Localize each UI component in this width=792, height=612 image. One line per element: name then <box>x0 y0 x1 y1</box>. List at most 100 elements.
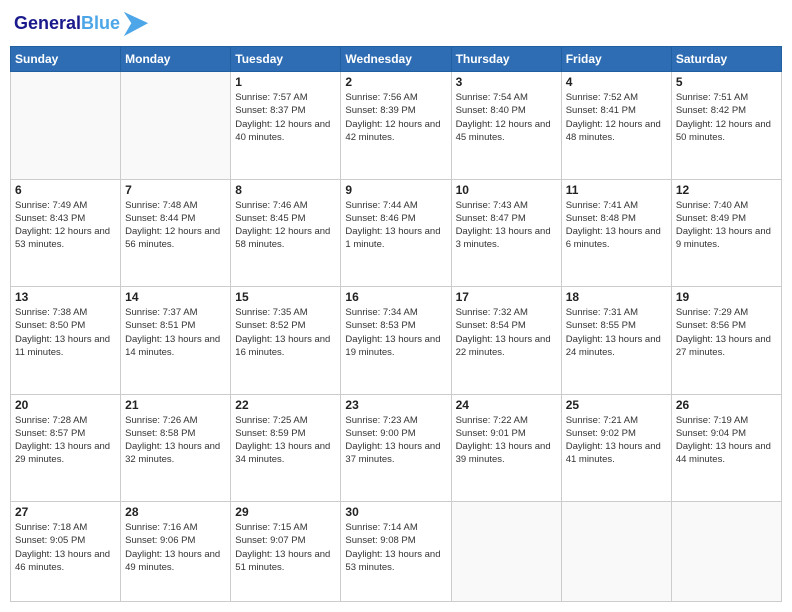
day-info: Sunrise: 7:26 AM Sunset: 8:58 PM Dayligh… <box>125 414 226 467</box>
day-number: 4 <box>566 75 667 89</box>
calendar-cell: 20 Sunrise: 7:28 AM Sunset: 8:57 PM Dayli… <box>11 394 121 502</box>
day-info: Sunrise: 7:15 AM Sunset: 9:07 PM Dayligh… <box>235 521 336 574</box>
day-number: 17 <box>456 290 557 304</box>
weekday-header: Thursday <box>451 47 561 72</box>
day-number: 15 <box>235 290 336 304</box>
calendar-cell: 6 Sunrise: 7:49 AM Sunset: 8:43 PM Daylig… <box>11 179 121 287</box>
calendar-cell: 1 Sunrise: 7:57 AM Sunset: 8:37 PM Daylig… <box>231 72 341 180</box>
day-number: 25 <box>566 398 667 412</box>
day-info: Sunrise: 7:51 AM Sunset: 8:42 PM Dayligh… <box>676 91 777 144</box>
day-info: Sunrise: 7:44 AM Sunset: 8:46 PM Dayligh… <box>345 199 446 252</box>
day-number: 23 <box>345 398 446 412</box>
calendar-cell: 24 Sunrise: 7:22 AM Sunset: 9:01 PM Dayli… <box>451 394 561 502</box>
calendar-cell: 16 Sunrise: 7:34 AM Sunset: 8:53 PM Dayli… <box>341 287 451 395</box>
day-info: Sunrise: 7:29 AM Sunset: 8:56 PM Dayligh… <box>676 306 777 359</box>
calendar-cell: 9 Sunrise: 7:44 AM Sunset: 8:46 PM Daylig… <box>341 179 451 287</box>
day-number: 16 <box>345 290 446 304</box>
day-info: Sunrise: 7:31 AM Sunset: 8:55 PM Dayligh… <box>566 306 667 359</box>
day-number: 8 <box>235 183 336 197</box>
day-info: Sunrise: 7:40 AM Sunset: 8:49 PM Dayligh… <box>676 199 777 252</box>
calendar-cell <box>451 502 561 602</box>
calendar-cell: 3 Sunrise: 7:54 AM Sunset: 8:40 PM Daylig… <box>451 72 561 180</box>
day-number: 10 <box>456 183 557 197</box>
day-info: Sunrise: 7:21 AM Sunset: 9:02 PM Dayligh… <box>566 414 667 467</box>
calendar-cell: 22 Sunrise: 7:25 AM Sunset: 8:59 PM Dayli… <box>231 394 341 502</box>
day-number: 9 <box>345 183 446 197</box>
day-number: 11 <box>566 183 667 197</box>
day-info: Sunrise: 7:14 AM Sunset: 9:08 PM Dayligh… <box>345 521 446 574</box>
day-info: Sunrise: 7:16 AM Sunset: 9:06 PM Dayligh… <box>125 521 226 574</box>
day-info: Sunrise: 7:23 AM Sunset: 9:00 PM Dayligh… <box>345 414 446 467</box>
day-number: 21 <box>125 398 226 412</box>
day-number: 19 <box>676 290 777 304</box>
calendar-cell: 18 Sunrise: 7:31 AM Sunset: 8:55 PM Dayli… <box>561 287 671 395</box>
day-info: Sunrise: 7:37 AM Sunset: 8:51 PM Dayligh… <box>125 306 226 359</box>
calendar-cell: 17 Sunrise: 7:32 AM Sunset: 8:54 PM Dayli… <box>451 287 561 395</box>
day-number: 22 <box>235 398 336 412</box>
calendar-cell: 27 Sunrise: 7:18 AM Sunset: 9:05 PM Dayli… <box>11 502 121 602</box>
day-info: Sunrise: 7:41 AM Sunset: 8:48 PM Dayligh… <box>566 199 667 252</box>
day-info: Sunrise: 7:48 AM Sunset: 8:44 PM Dayligh… <box>125 199 226 252</box>
day-info: Sunrise: 7:25 AM Sunset: 8:59 PM Dayligh… <box>235 414 336 467</box>
calendar-cell: 7 Sunrise: 7:48 AM Sunset: 8:44 PM Daylig… <box>121 179 231 287</box>
day-info: Sunrise: 7:52 AM Sunset: 8:41 PM Dayligh… <box>566 91 667 144</box>
day-info: Sunrise: 7:49 AM Sunset: 8:43 PM Dayligh… <box>15 199 116 252</box>
day-info: Sunrise: 7:46 AM Sunset: 8:45 PM Dayligh… <box>235 199 336 252</box>
day-number: 7 <box>125 183 226 197</box>
day-number: 20 <box>15 398 116 412</box>
day-number: 27 <box>15 505 116 519</box>
day-number: 18 <box>566 290 667 304</box>
day-number: 12 <box>676 183 777 197</box>
calendar-cell: 23 Sunrise: 7:23 AM Sunset: 9:00 PM Dayli… <box>341 394 451 502</box>
page: GeneralBlue SundayMondayTuesdayWednesday… <box>0 0 792 612</box>
day-info: Sunrise: 7:34 AM Sunset: 8:53 PM Dayligh… <box>345 306 446 359</box>
day-number: 28 <box>125 505 226 519</box>
calendar-cell: 15 Sunrise: 7:35 AM Sunset: 8:52 PM Dayli… <box>231 287 341 395</box>
logo-icon <box>122 10 150 38</box>
calendar-cell <box>561 502 671 602</box>
calendar-cell: 25 Sunrise: 7:21 AM Sunset: 9:02 PM Dayli… <box>561 394 671 502</box>
day-info: Sunrise: 7:35 AM Sunset: 8:52 PM Dayligh… <box>235 306 336 359</box>
day-info: Sunrise: 7:56 AM Sunset: 8:39 PM Dayligh… <box>345 91 446 144</box>
day-info: Sunrise: 7:38 AM Sunset: 8:50 PM Dayligh… <box>15 306 116 359</box>
day-info: Sunrise: 7:57 AM Sunset: 8:37 PM Dayligh… <box>235 91 336 144</box>
calendar-cell: 11 Sunrise: 7:41 AM Sunset: 8:48 PM Dayli… <box>561 179 671 287</box>
day-number: 5 <box>676 75 777 89</box>
weekday-header: Saturday <box>671 47 781 72</box>
weekday-header: Monday <box>121 47 231 72</box>
weekday-header: Tuesday <box>231 47 341 72</box>
calendar-cell: 2Sunrise: 7:56 AM Sunset: 8:39 PM Daylig… <box>341 72 451 180</box>
weekday-header: Friday <box>561 47 671 72</box>
header: GeneralBlue <box>10 10 782 38</box>
calendar-cell: 4 Sunrise: 7:52 AM Sunset: 8:41 PM Daylig… <box>561 72 671 180</box>
day-number: 26 <box>676 398 777 412</box>
day-info: Sunrise: 7:19 AM Sunset: 9:04 PM Dayligh… <box>676 414 777 467</box>
day-number: 29 <box>235 505 336 519</box>
calendar-cell <box>11 72 121 180</box>
calendar-cell: 29 Sunrise: 7:15 AM Sunset: 9:07 PM Dayli… <box>231 502 341 602</box>
day-info: Sunrise: 7:43 AM Sunset: 8:47 PM Dayligh… <box>456 199 557 252</box>
day-number: 3 <box>456 75 557 89</box>
day-number: 13 <box>15 290 116 304</box>
day-number: 24 <box>456 398 557 412</box>
weekday-header: Wednesday <box>341 47 451 72</box>
calendar-table: SundayMondayTuesdayWednesdayThursdayFrid… <box>10 46 782 602</box>
logo: GeneralBlue <box>14 10 150 38</box>
calendar-cell: 30Sunrise: 7:14 AM Sunset: 9:08 PM Dayli… <box>341 502 451 602</box>
calendar-cell: 14Sunrise: 7:37 AM Sunset: 8:51 PM Dayli… <box>121 287 231 395</box>
calendar-cell: 13 Sunrise: 7:38 AM Sunset: 8:50 PM Dayli… <box>11 287 121 395</box>
calendar-cell: 19 Sunrise: 7:29 AM Sunset: 8:56 PM Dayli… <box>671 287 781 395</box>
weekday-header: Sunday <box>11 47 121 72</box>
calendar-cell: 10 Sunrise: 7:43 AM Sunset: 8:47 PM Dayli… <box>451 179 561 287</box>
day-number: 6 <box>15 183 116 197</box>
calendar-cell: 8 Sunrise: 7:46 AM Sunset: 8:45 PM Daylig… <box>231 179 341 287</box>
calendar-cell <box>671 502 781 602</box>
day-info: Sunrise: 7:54 AM Sunset: 8:40 PM Dayligh… <box>456 91 557 144</box>
day-info: Sunrise: 7:28 AM Sunset: 8:57 PM Dayligh… <box>15 414 116 467</box>
day-info: Sunrise: 7:22 AM Sunset: 9:01 PM Dayligh… <box>456 414 557 467</box>
day-number: 1 <box>235 75 336 89</box>
day-info: Sunrise: 7:32 AM Sunset: 8:54 PM Dayligh… <box>456 306 557 359</box>
calendar-cell: 28 Sunrise: 7:16 AM Sunset: 9:06 PM Dayli… <box>121 502 231 602</box>
logo-text: GeneralBlue <box>14 14 120 34</box>
day-info: Sunrise: 7:18 AM Sunset: 9:05 PM Dayligh… <box>15 521 116 574</box>
